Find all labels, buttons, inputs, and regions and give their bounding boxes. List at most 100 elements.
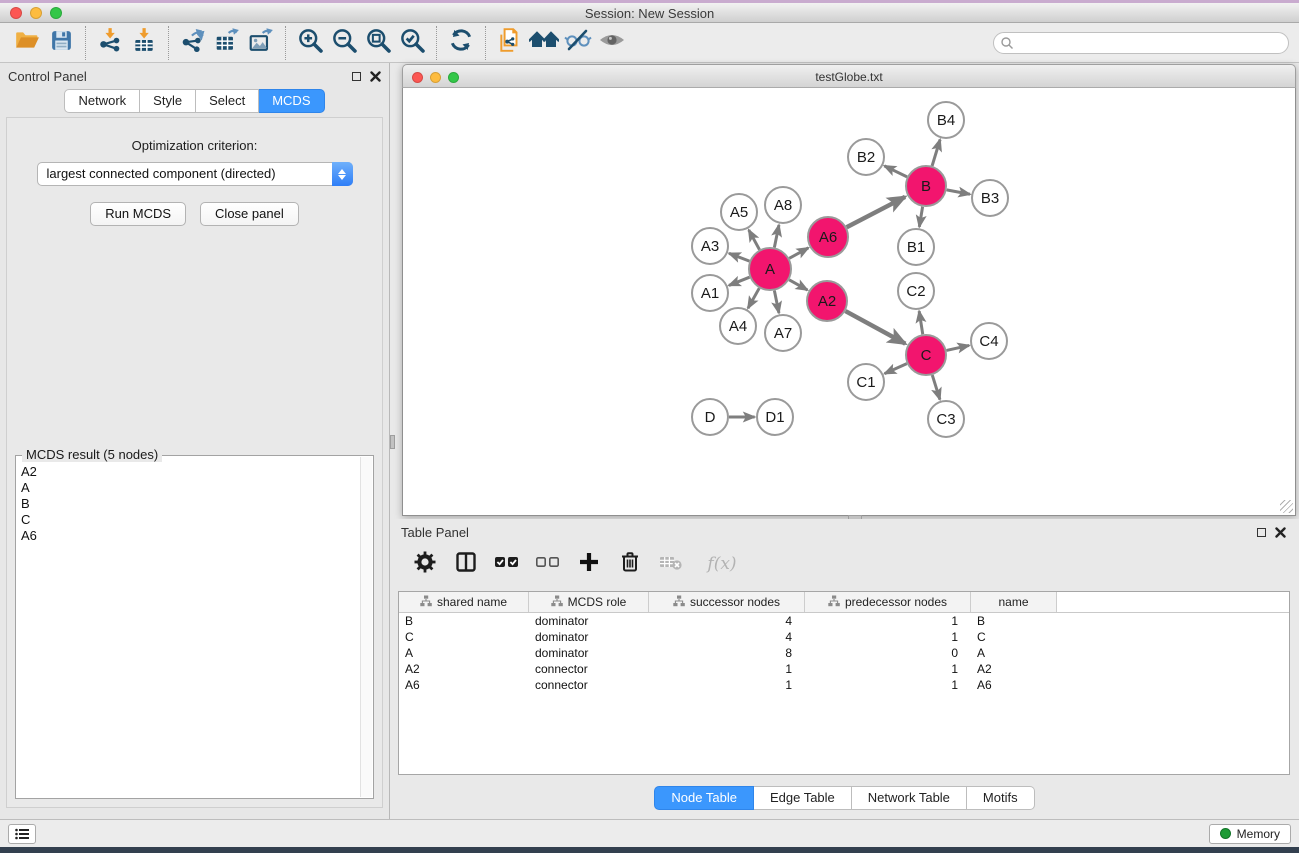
select-all-button[interactable]: [494, 551, 520, 577]
open-session-button[interactable]: [10, 27, 44, 59]
edge-A2-C[interactable]: [845, 311, 905, 344]
column-header-predecessor-nodes[interactable]: predecessor nodes: [805, 592, 971, 612]
mcds-result-item[interactable]: B: [21, 496, 359, 512]
node-C1[interactable]: C1: [848, 364, 884, 400]
clone-network-button[interactable]: [493, 27, 527, 59]
node-D1[interactable]: D1: [757, 399, 793, 435]
apply-layout-button[interactable]: [444, 27, 478, 59]
edge-A-A1[interactable]: [729, 277, 750, 285]
edge-A-A4[interactable]: [748, 288, 759, 308]
node-B3[interactable]: B3: [972, 180, 1008, 216]
mcds-result-item[interactable]: A6: [21, 528, 359, 544]
node-A1[interactable]: A1: [692, 275, 728, 311]
node-B[interactable]: B: [906, 166, 946, 206]
column-header-name[interactable]: name: [971, 592, 1057, 612]
node-C4[interactable]: C4: [971, 323, 1007, 359]
edge-B-B4[interactable]: [932, 140, 940, 166]
close-table-panel-icon[interactable]: [1275, 527, 1286, 538]
table-tab-edge-table[interactable]: Edge Table: [754, 786, 852, 810]
table-row[interactable]: Cdominator41C: [399, 629, 1289, 645]
panel-splitter-grip[interactable]: [390, 435, 395, 449]
edge-C-C1[interactable]: [885, 364, 907, 374]
delete-columns-button[interactable]: [617, 551, 643, 577]
mcds-result-item[interactable]: C: [21, 512, 359, 528]
node-C3[interactable]: C3: [928, 401, 964, 437]
run-mcds-button[interactable]: Run MCDS: [90, 202, 186, 226]
close-panel-icon[interactable]: [370, 71, 381, 82]
zoom-out-button[interactable]: [327, 27, 361, 59]
node-B2[interactable]: B2: [848, 139, 884, 175]
node-D[interactable]: D: [692, 399, 728, 435]
import-table-button[interactable]: [127, 27, 161, 59]
search-input[interactable]: [993, 32, 1289, 54]
float-table-panel-icon[interactable]: [1257, 528, 1266, 537]
zoom-selected-button[interactable]: [395, 27, 429, 59]
edge-A-A2[interactable]: [789, 280, 807, 290]
create-column-button[interactable]: [576, 551, 602, 577]
edge-C-C3[interactable]: [932, 375, 940, 399]
export-network-button[interactable]: [176, 27, 210, 59]
result-scrollbar[interactable]: [360, 457, 372, 797]
zoom-fit-button[interactable]: [361, 27, 395, 59]
edge-B-B3[interactable]: [947, 190, 970, 194]
column-header-successor-nodes[interactable]: successor nodes: [649, 592, 805, 612]
tab-style[interactable]: Style: [140, 89, 196, 113]
table-row[interactable]: A6connector11A6: [399, 677, 1289, 693]
table-tab-motifs[interactable]: Motifs: [967, 786, 1035, 810]
export-table-button[interactable]: [210, 27, 244, 59]
edge-A-A3[interactable]: [729, 253, 749, 261]
table-row[interactable]: Bdominator41B: [399, 613, 1289, 629]
edge-B-B2[interactable]: [884, 166, 907, 177]
node-A8[interactable]: A8: [765, 187, 801, 223]
network-window-titlebar[interactable]: testGlobe.txt: [402, 64, 1296, 88]
node-A3[interactable]: A3: [692, 228, 728, 264]
edge-C-C4[interactable]: [946, 345, 969, 350]
node-A5[interactable]: A5: [721, 194, 757, 230]
node-A6[interactable]: A6: [808, 217, 848, 257]
column-header-shared-name[interactable]: shared name: [399, 592, 529, 612]
mcds-result-item[interactable]: A2: [21, 464, 359, 480]
edge-C-C2[interactable]: [919, 311, 923, 334]
node-A[interactable]: A: [749, 248, 791, 290]
mcds-result-item[interactable]: A: [21, 480, 359, 496]
deselect-all-button[interactable]: [535, 551, 561, 577]
hide-selected-button[interactable]: [595, 27, 629, 59]
float-panel-icon[interactable]: [352, 72, 361, 81]
toggle-graphics-details-button[interactable]: [561, 27, 595, 59]
network-canvas[interactable]: A A1 A2 A3 A4 A5 A6 A7 A8 B B1 B2 B3 B4 C C1 C2 C3 C4 D D1: [402, 88, 1296, 516]
node-B4[interactable]: B4: [928, 102, 964, 138]
export-image-button[interactable]: [244, 27, 278, 59]
app-titlebar[interactable]: Session: New Session: [0, 3, 1299, 23]
table-row[interactable]: A2connector11A2: [399, 661, 1289, 677]
edge-B-B1[interactable]: [919, 207, 922, 227]
open-session-home-button[interactable]: [527, 27, 561, 59]
edge-A-A6[interactable]: [789, 248, 808, 259]
node-C2[interactable]: C2: [898, 273, 934, 309]
import-network-button[interactable]: [93, 27, 127, 59]
node-C[interactable]: C: [906, 335, 946, 375]
memory-button[interactable]: Memory: [1209, 824, 1291, 844]
zoom-in-button[interactable]: [293, 27, 327, 59]
tab-select[interactable]: Select: [196, 89, 259, 113]
close-panel-button[interactable]: Close panel: [200, 202, 299, 226]
show-columns-button[interactable]: [453, 551, 479, 577]
window-resize-grip[interactable]: [1280, 500, 1293, 513]
node-A2[interactable]: A2: [807, 281, 847, 321]
table-row[interactable]: Adominator80A: [399, 645, 1289, 661]
tab-mcds[interactable]: MCDS: [259, 89, 324, 113]
edge-A6-B[interactable]: [847, 197, 905, 227]
node-A4[interactable]: A4: [720, 308, 756, 344]
network-view-window[interactable]: testGlobe.txt A A1 A2 A3 A4 A5 A6 A7 A8 B B1 B2 B3 B4…: [402, 64, 1296, 516]
column-header-MCDS-role[interactable]: MCDS role: [529, 592, 649, 612]
table-tab-node-table[interactable]: Node Table: [654, 786, 754, 810]
edge-A-A8[interactable]: [774, 225, 779, 247]
save-session-button[interactable]: [44, 27, 78, 59]
node-B1[interactable]: B1: [898, 229, 934, 265]
edge-A-A7[interactable]: [774, 291, 779, 313]
node-A7[interactable]: A7: [765, 315, 801, 351]
console-button[interactable]: [8, 824, 36, 844]
tab-network[interactable]: Network: [64, 89, 140, 113]
table-mode-button[interactable]: [412, 551, 438, 577]
edge-A-A5[interactable]: [749, 230, 760, 250]
table-tab-network-table[interactable]: Network Table: [852, 786, 967, 810]
